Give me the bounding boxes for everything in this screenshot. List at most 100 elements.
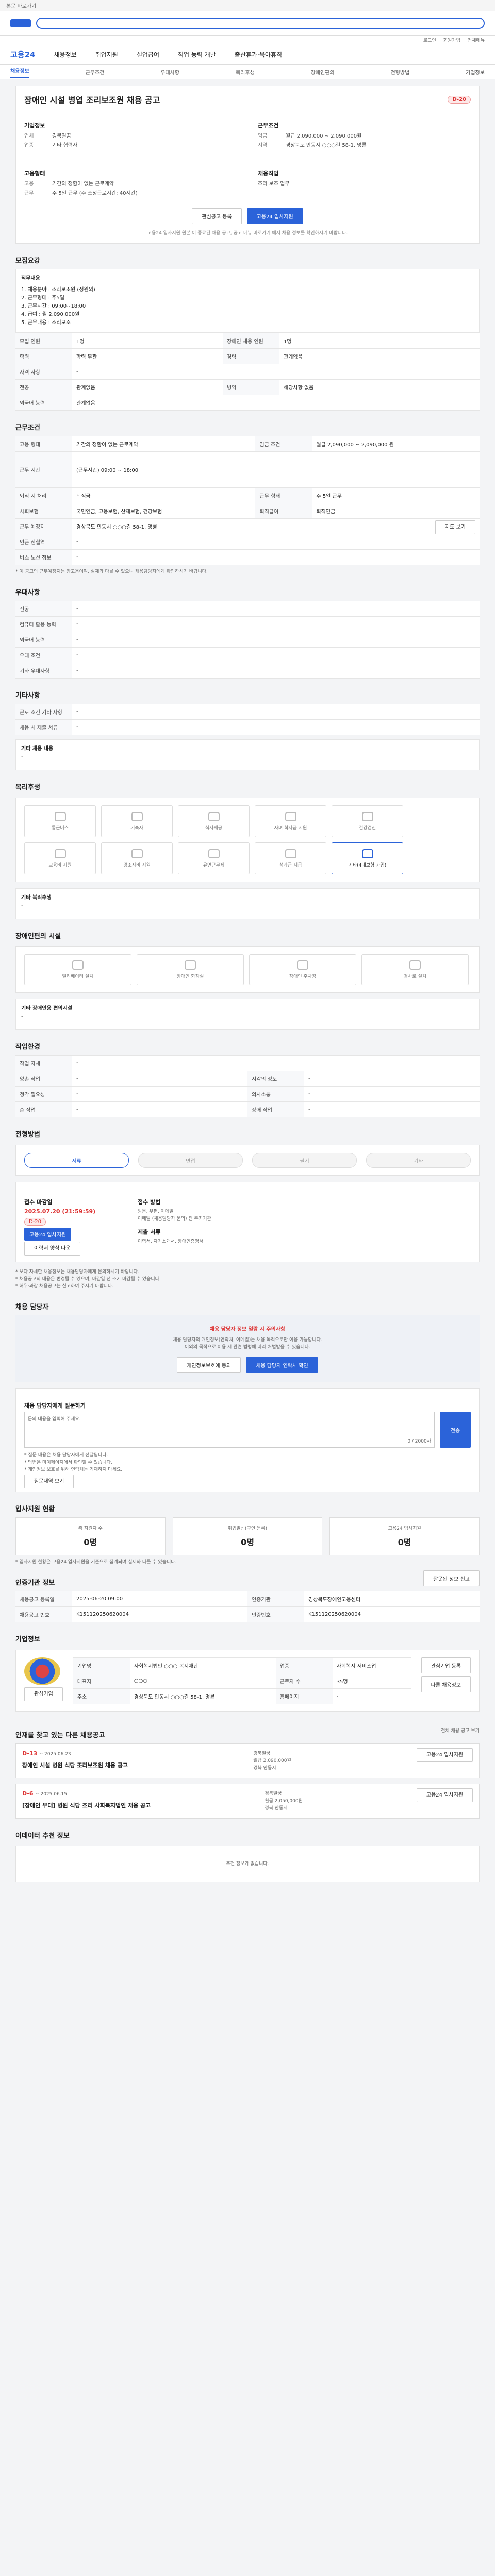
meal-icon [208, 811, 220, 821]
stat-label: 총 지원자 수 [78, 1526, 103, 1531]
table-value: 관계없음 [72, 395, 480, 411]
related-apply-button[interactable]: 고용24 입사지원 [416, 1788, 473, 1802]
table-key: 주소 [73, 1688, 130, 1704]
table-key: 자격 사항 [15, 364, 72, 380]
table-key: 근로 조건 기타 사항 [15, 704, 72, 720]
table-key: 외국어 능력 [15, 395, 72, 411]
conditions-table: 고용 형태 기간의 정함이 없는 근로계약 임금 조건 월급 2,090,000 ~ … [15, 436, 480, 565]
nav-item-training[interactable]: 직업 능력 개발 [178, 50, 216, 59]
all-menu-link[interactable]: 전체메뉴 [468, 37, 485, 43]
table-key: 대표자 [73, 1673, 130, 1689]
insurance-icon [361, 849, 373, 858]
recruit-table: 모집 인원 1명 장애인 채용 인원 1명 학력 학력 무관 경력 관계없음 자격 사항 - … [15, 333, 480, 411]
table-row: 인근 전철역 - [15, 534, 480, 550]
stat-label: 고용24 입사지원 [388, 1526, 421, 1531]
nav-item-jobs[interactable]: 채용정보 [54, 50, 76, 59]
apply-button[interactable]: 고용24 입사지원 [246, 208, 303, 224]
table-value: 기간의 정함이 없는 근로계약 [72, 436, 256, 452]
process-step: 필기 [252, 1153, 357, 1168]
table-row: 컴퓨터 활용 능력 - [15, 616, 480, 632]
related-title-text[interactable]: 장애인 시설 병원 식당 조리보조원 채용 공고 [22, 1761, 128, 1769]
login-link[interactable]: 로그인 [423, 37, 436, 43]
table-key: 장애인 채용 인원 [222, 333, 279, 349]
recruit-title: 모집요강 [15, 257, 40, 265]
recommend-title: 이데이터 추천 정보 [15, 1832, 70, 1840]
nav-item-leave[interactable]: 출산휴가·육아휴직 [235, 50, 282, 59]
stat-card: 취업알선(구인 등록) 0명 [172, 1517, 323, 1555]
nav-item-unemployment[interactable]: 실업급여 [137, 50, 159, 59]
search-input[interactable] [36, 18, 485, 29]
table-key: 컴퓨터 활용 능력 [15, 616, 72, 632]
follow-company-button[interactable]: 관심기업 [24, 1687, 63, 1701]
company-jobs-button[interactable]: 다른 채용정보 [421, 1676, 471, 1692]
stats-title: 입사지원 현황 [15, 1505, 55, 1513]
table-value: 사회복지법인 ○○○ 복지재단 [129, 1657, 276, 1673]
table-value: - [304, 1086, 480, 1102]
welfare-tile: 유연근무제 [178, 842, 250, 874]
tab-disability[interactable]: 장애인편의 [311, 68, 335, 76]
process-title: 전형방법 [15, 1131, 40, 1139]
section-tabs: 채용정보 근무조건 우대사항 복리후생 장애인편의 전형방법 기업정보 [0, 65, 495, 79]
logo[interactable] [10, 19, 31, 27]
table-value: - [72, 647, 480, 663]
disability-tiles: 엘리베이터 설치 장애인 화장실 장애인 주차장 경사로 설치 [24, 954, 471, 985]
related-apply-button[interactable]: 고용24 입사지원 [416, 1748, 473, 1762]
table-value: - [72, 1055, 480, 1071]
skip-link[interactable]: 본문 바로가기 [6, 2, 36, 9]
stat-value: 0명 [84, 1537, 97, 1547]
table-value: 경상북도장애인고용센터 [304, 1591, 480, 1607]
nav-item-support[interactable]: 취업지원 [95, 50, 118, 59]
table-value: - [304, 1101, 480, 1117]
table-value: 사회복지 서비스업 [332, 1657, 411, 1673]
welfare-tile-label: 유연근무제 [203, 862, 225, 868]
table-row: 사회보험 국민연금, 고용보험, 산재보험, 건강보험 퇴직급여 퇴직연금 [15, 503, 480, 519]
company-name: 경북일꿈 [52, 133, 71, 139]
ask-send-button[interactable]: 전송 [440, 1412, 471, 1448]
table-value: ○○○ [129, 1673, 276, 1689]
method-detail: 이메일 (채용담당자 문의) 전 주최기관 [138, 1216, 211, 1222]
related-job-card[interactable]: D-6 ~ 2025.06.15 [장애인 우대] 병원 식당 조리 사회복지법… [15, 1784, 480, 1819]
tab-prefer[interactable]: 우대사항 [160, 68, 179, 76]
tab-welfare[interactable]: 복리후생 [236, 68, 255, 76]
table-key: 전공 [15, 601, 72, 617]
tab-recruit[interactable]: 채용정보 [10, 66, 29, 78]
contact-warning: 채용 담당자 정보 열람 시 주의사항 [209, 1327, 286, 1332]
apply-button-2[interactable]: 고용24 입사지원 [24, 1228, 72, 1241]
ask-history-button[interactable]: 질문내역 보기 [24, 1475, 74, 1488]
show-contact-button[interactable]: 채용 담당자 연락처 확인 [246, 1357, 318, 1373]
signup-link[interactable]: 회원가입 [443, 37, 460, 43]
table-key: 경력 [222, 348, 279, 364]
table-value: - [72, 364, 480, 380]
report-button[interactable]: 잘못된 정보 신고 [423, 1570, 480, 1586]
brand[interactable]: 고용24 [10, 49, 35, 60]
duty-line: 1. 채용분야 : 조리보조원 (정원외) [21, 287, 95, 293]
resume-form-button[interactable]: 이력서 양식 다운 [24, 1242, 80, 1256]
related-more-link[interactable]: 전체 채용 공고 보기 [441, 1727, 480, 1735]
header [0, 11, 495, 36]
table-value: - [72, 601, 480, 617]
tab-conditions[interactable]: 근무조건 [86, 68, 105, 76]
table-value: 해당사항 없음 [279, 379, 480, 395]
privacy-agree-button[interactable]: 개인정보보호에 동의 [177, 1357, 241, 1373]
dday-badge: D-20 [448, 95, 471, 104]
tab-process[interactable]: 전형방법 [390, 68, 409, 76]
process-step: 면접 [138, 1153, 243, 1168]
table-row: 우대 조건 - [15, 647, 480, 663]
employ-type: 기간의 정함이 없는 근로계약 [52, 181, 114, 187]
gift-icon [131, 849, 143, 858]
tab-company[interactable]: 기업정보 [466, 68, 485, 76]
conditions-title: 근무조건 [15, 424, 40, 432]
table-row: 근무 시간 (근무시간) 09:00 ~ 18:00 [15, 451, 480, 488]
company-fav-button[interactable]: 관심기업 등록 [421, 1657, 471, 1673]
ask-textarea[interactable]: 문의 내용을 입력해 주세요. 0 / 2000자 [24, 1412, 435, 1448]
related-title-text[interactable]: [장애인 우대] 병원 식당 조리 사회복지법인 채용 공고 [22, 1801, 151, 1809]
table-value: 관계없음 [279, 348, 480, 364]
ask-note: * 질문 내용은 채용 담당자에게 전달됩니다. [24, 1453, 108, 1458]
table-value: - [72, 549, 480, 565]
kv-key: 근무 [24, 191, 34, 196]
related-job-card[interactable]: D-13 ~ 2025.06.23 장애인 시설 병원 식당 조리보조원 채용 … [15, 1743, 480, 1778]
disability-tile-label: 경사로 설치 [403, 974, 427, 979]
location: 경상북도 안동시 ○○○길 58-1, 명륜 [286, 143, 367, 148]
save-job-button[interactable]: 관심공고 등록 [192, 208, 242, 224]
map-button[interactable]: 지도 보기 [435, 520, 475, 534]
